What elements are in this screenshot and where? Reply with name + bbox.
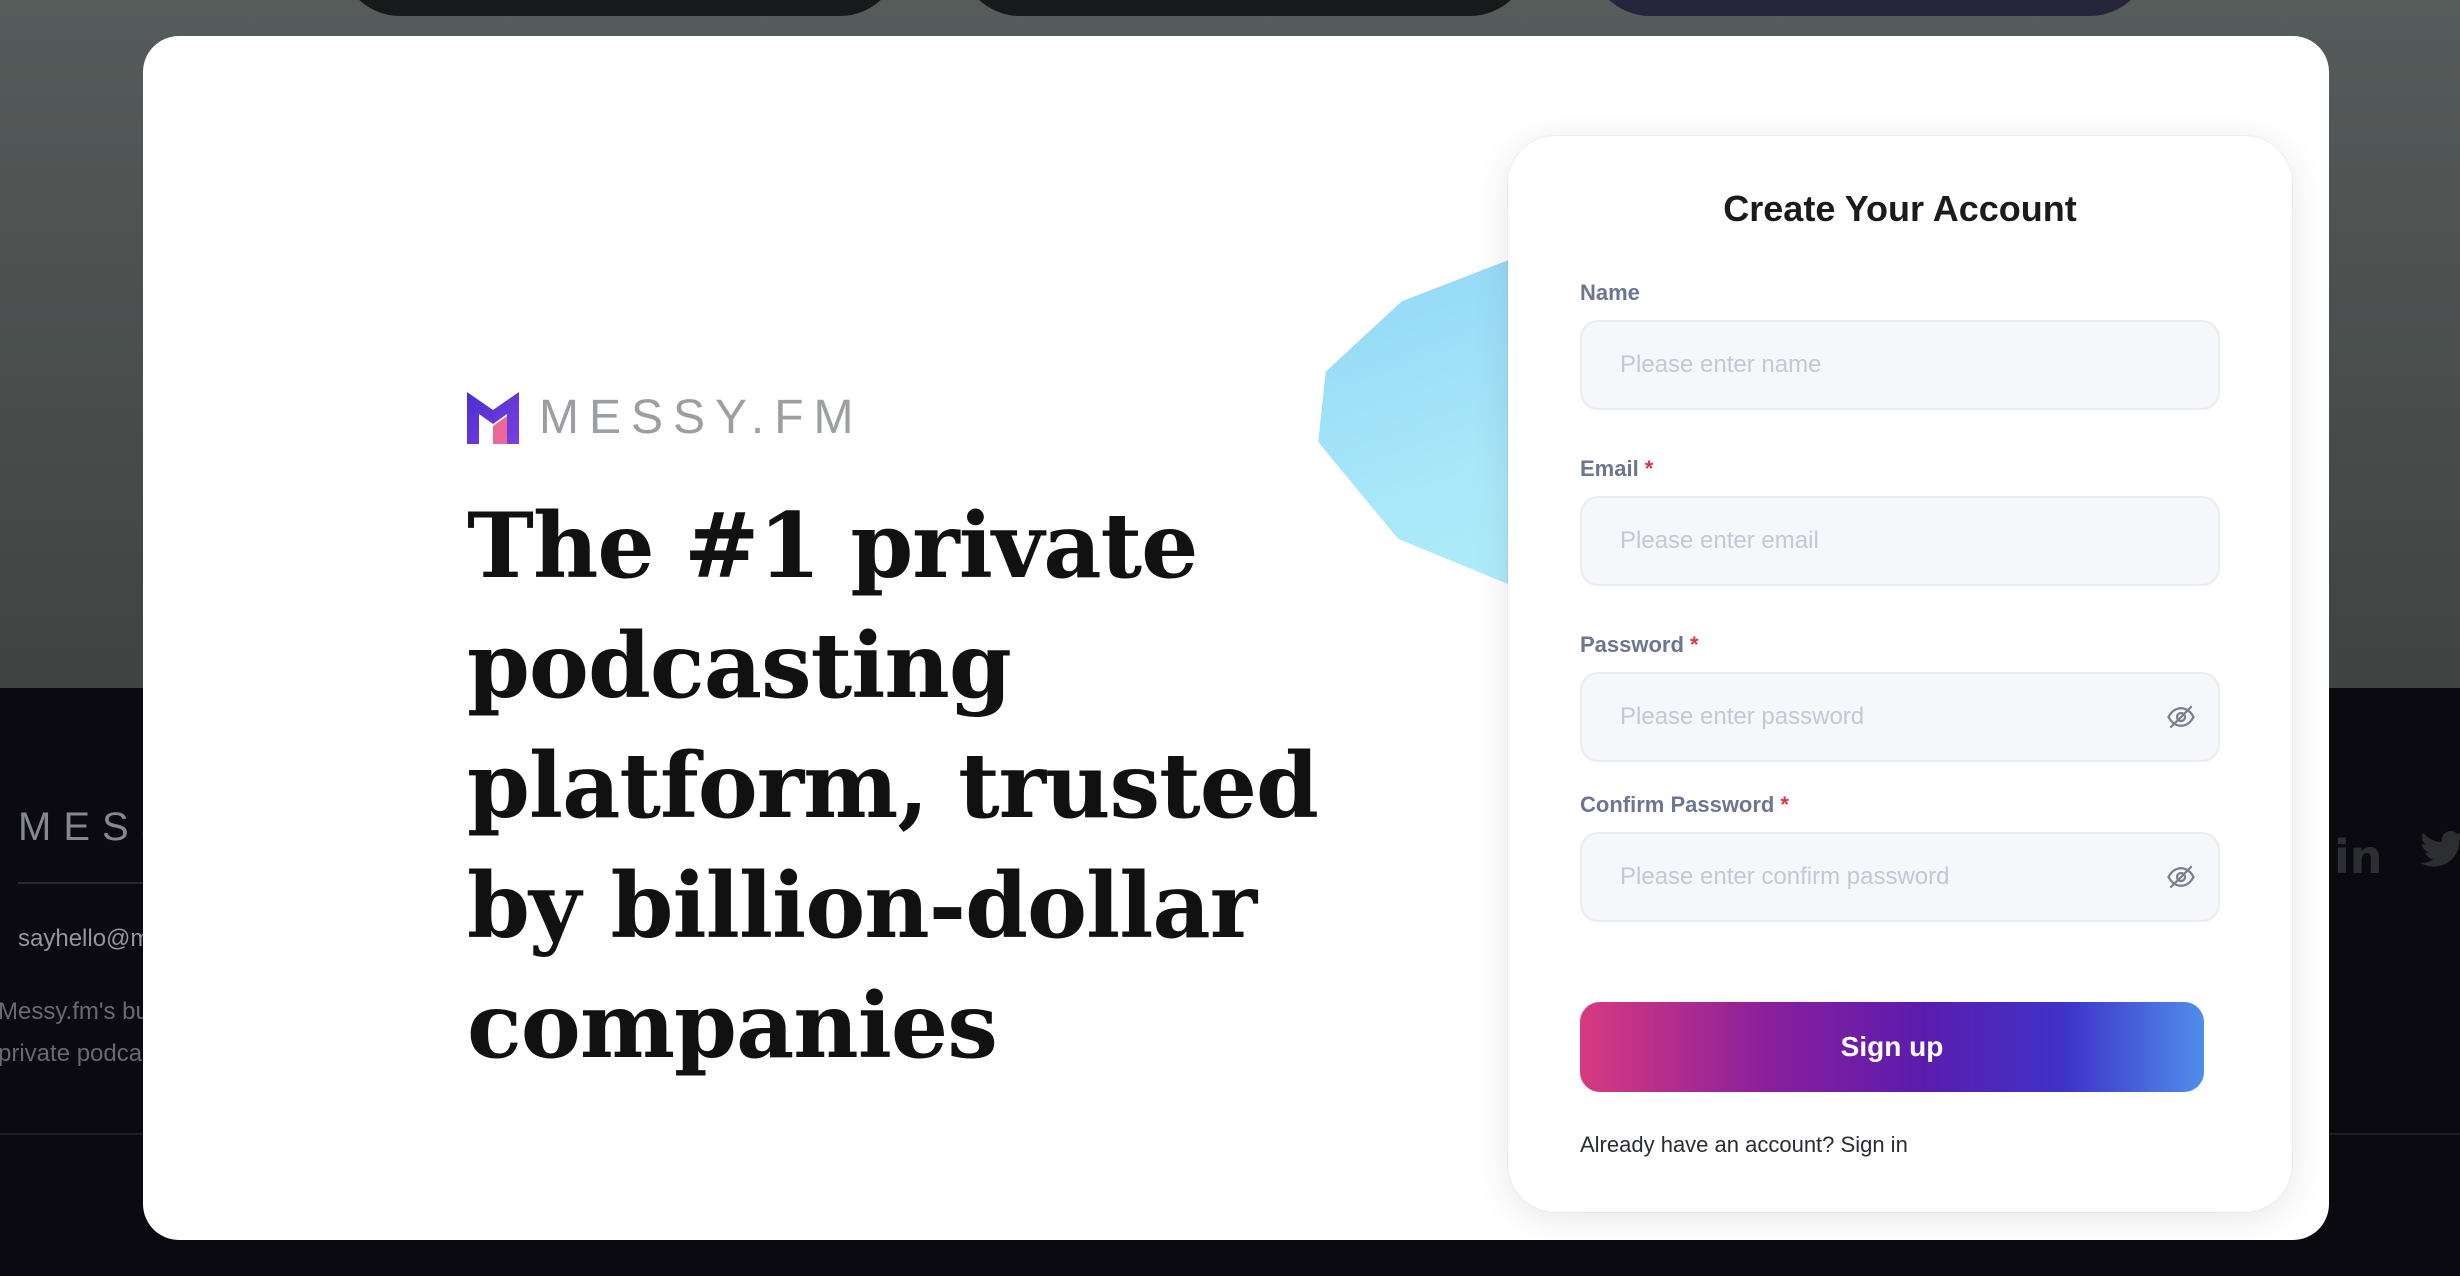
eye-off-icon (2167, 705, 2195, 729)
password-input[interactable] (1580, 672, 2220, 762)
confirm-password-visibility-toggle[interactable] (2163, 859, 2199, 895)
sign-up-button[interactable]: Sign up (1580, 1002, 2204, 1092)
signup-form-card: Create Your Account Name Email* Password… (1508, 136, 2292, 1212)
required-marker: * (1644, 456, 1654, 481)
email-label-text: Email (1580, 456, 1639, 481)
signin-prompt-text: Already have an account? (1580, 1132, 1835, 1157)
brand-logo: MESSY.FM (467, 390, 864, 445)
sign-in-link[interactable]: Sign in (1841, 1132, 1908, 1157)
brand-name: MESSY.FM (539, 391, 864, 444)
password-label: Password * (1580, 632, 1699, 658)
headline: The #1 private podcasting platform, trus… (467, 493, 1319, 1079)
email-label: Email * (1580, 456, 1653, 482)
email-input[interactable] (1580, 496, 2220, 586)
password-visibility-toggle[interactable] (2163, 699, 2199, 735)
required-marker: * (1780, 792, 1789, 817)
messy-logo-icon (467, 391, 519, 444)
confirm-password-label: Confirm Password * (1580, 792, 1789, 818)
confirm-password-input[interactable] (1580, 832, 2220, 922)
required-marker: * (1689, 632, 1699, 657)
name-label: Name (1580, 280, 1640, 306)
confirm-password-label-text: Confirm Password (1580, 792, 1775, 817)
name-label-text: Name (1580, 280, 1640, 305)
signup-modal: MESSY.FM The #1 private podcasting platf… (143, 36, 2329, 1240)
name-input[interactable] (1580, 320, 2220, 410)
password-label-text: Password (1580, 632, 1684, 657)
signin-prompt: Already have an account? Sign in (1580, 1132, 1908, 1158)
form-title: Create Your Account (1723, 188, 2077, 229)
eye-off-icon (2167, 865, 2195, 889)
